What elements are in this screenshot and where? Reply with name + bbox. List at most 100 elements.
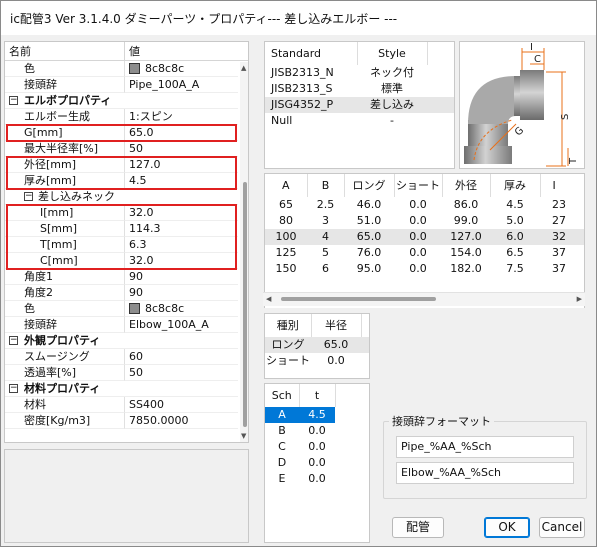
property-value[interactable]: 8c8c8c: [125, 301, 238, 317]
sch-row[interactable]: A 4.5: [265, 407, 369, 423]
collapse-icon[interactable]: −: [24, 192, 33, 201]
collapse-icon[interactable]: −: [9, 384, 18, 393]
radius-cell: 0.0: [327, 354, 345, 367]
standard-column-header[interactable]: Standard: [265, 42, 358, 65]
property-row[interactable]: 接頭辞 Pipe_100A_A: [5, 77, 238, 93]
sizes-cell: 127.0: [442, 229, 490, 245]
standards-row[interactable]: JISB2313_N ネック付: [265, 65, 454, 81]
radius-row[interactable]: ショート 0.0: [265, 353, 369, 369]
collapse-icon[interactable]: −: [9, 336, 18, 345]
standards-cell: ネック付: [370, 66, 414, 79]
sizes-cell: 154.0: [450, 246, 482, 259]
property-row[interactable]: スムージング 60: [5, 349, 238, 365]
ok-button[interactable]: OK: [484, 517, 530, 538]
property-row[interactable]: 色 8c8c8c: [5, 301, 238, 317]
i-column-header[interactable]: I: [540, 174, 584, 197]
property-category[interactable]: − 外観プロパティ: [5, 333, 238, 349]
window-title: ic配管3 Ver 3.1.4.0 ダミーパーツ・プロパティ--- 差し込みエル…: [10, 11, 398, 26]
sizes-cell: 37: [552, 246, 566, 259]
standards-row[interactable]: JISG4352_P 差し込み: [265, 97, 454, 113]
scroll-down-icon[interactable]: ▼: [241, 432, 246, 440]
property-row[interactable]: 色 8c8c8c: [5, 61, 238, 77]
standard-table[interactable]: Standard Style JISB2313_N ネック付 JISB2313_S 標…: [264, 41, 455, 169]
sch-row[interactable]: E 0.0: [265, 471, 369, 487]
sch-row[interactable]: D 0.0: [265, 455, 369, 471]
sch-row[interactable]: C 0.0: [265, 439, 369, 455]
a-column-header[interactable]: A: [265, 174, 308, 197]
sizes-row[interactable]: 125 5 76.0 0.0 154.0 6.5 37: [265, 245, 584, 261]
property-category[interactable]: − 材料プロパティ: [5, 381, 238, 397]
sizes-cell: 0.0: [409, 198, 427, 211]
radius-column-header[interactable]: 半径: [311, 314, 362, 337]
standards-row[interactable]: JISB2313_S 標準: [265, 81, 454, 97]
property-value-text: 8c8c8c: [145, 301, 185, 315]
property-row[interactable]: 角度1 90: [5, 269, 238, 285]
sizes-cell: 23: [552, 198, 566, 211]
scroll-up-icon[interactable]: ▲: [241, 64, 246, 72]
property-row[interactable]: 角度2 90: [5, 285, 238, 301]
scroll-left-icon[interactable]: ◀: [266, 295, 271, 303]
pipe-button[interactable]: 配管: [392, 517, 444, 538]
property-row[interactable]: 密度[Kg/m3] 7850.0000: [5, 413, 238, 429]
horizontal-socket: [520, 70, 544, 120]
scroll-right-icon[interactable]: ▶: [577, 295, 582, 303]
style-column-header[interactable]: Style: [357, 42, 428, 65]
t-column-header[interactable]: t: [299, 384, 336, 407]
property-grid-scrollbar[interactable]: ▲ ▼: [240, 62, 248, 442]
property-row[interactable]: 最大半径率[%] 50: [5, 141, 238, 157]
sch-table[interactable]: Sch t A 4.5 B 0.0 C 0.0 D 0.0 E 0.0: [264, 383, 370, 543]
sizes-cell: 65: [279, 198, 293, 211]
radius-table[interactable]: 種別 半径 ロング 65.0 ショート 0.0: [264, 313, 370, 379]
pipe-prefix-format-field[interactable]: Pipe_%AA_%Sch: [396, 436, 574, 458]
thickness-column-header[interactable]: 厚み: [490, 174, 541, 197]
property-subcategory[interactable]: − 差し込みネック: [5, 189, 238, 205]
scrollbar-thumb[interactable]: [243, 182, 247, 427]
sizes-cell: 3: [322, 214, 329, 227]
sizes-cell: 4.5: [506, 198, 524, 211]
outer-diameter-column-header[interactable]: 外径: [442, 174, 491, 197]
property-value[interactable]: 90: [125, 269, 238, 285]
radius-row[interactable]: ロング 65.0: [265, 337, 369, 353]
property-value[interactable]: 1:スピン: [125, 109, 238, 125]
sizes-row[interactable]: 65 2.5 46.0 0.0 86.0 4.5 23: [265, 197, 584, 213]
vertical-socket: [464, 146, 512, 164]
sizes-row[interactable]: 80 3 51.0 0.0 99.0 5.0 27: [265, 213, 584, 229]
sch-column-header[interactable]: Sch: [265, 384, 300, 407]
sizes-cell: 99.0: [453, 214, 479, 227]
name-column-header[interactable]: 名前: [5, 42, 125, 60]
property-row[interactable]: 接頭辞 Elbow_100A_A: [5, 317, 238, 333]
property-value[interactable]: Elbow_100A_A: [125, 317, 238, 333]
property-category[interactable]: − エルボプロパティ: [5, 93, 238, 109]
property-value[interactable]: Pipe_100A_A: [125, 77, 238, 93]
value-column-header[interactable]: 値: [125, 42, 140, 60]
collapse-icon[interactable]: −: [9, 96, 18, 105]
property-row[interactable]: 透過率[%] 50: [5, 365, 238, 381]
size-table-scroll-thumb[interactable]: [281, 297, 436, 301]
standards-cell: JISB2313_N: [271, 66, 334, 79]
property-grid-header: 名前 値: [5, 42, 248, 61]
property-row[interactable]: エルボー生成 1:スピン: [5, 109, 238, 125]
category-label: − 材料プロパティ: [5, 381, 238, 397]
sch-row[interactable]: B 0.0: [265, 423, 369, 439]
property-row[interactable]: 材料 SS400: [5, 397, 238, 413]
property-value[interactable]: 50: [125, 141, 238, 157]
type-column-header[interactable]: 種別: [265, 314, 312, 337]
property-value[interactable]: 8c8c8c: [125, 61, 238, 77]
sizes-cell: 100: [265, 229, 307, 245]
property-value[interactable]: 50: [125, 365, 238, 381]
elbow-prefix-format-field[interactable]: Elbow_%AA_%Sch: [396, 462, 574, 484]
property-value[interactable]: 60: [125, 349, 238, 365]
category-label: − 外観プロパティ: [5, 333, 238, 349]
property-value[interactable]: 7850.0000: [125, 413, 238, 429]
property-value[interactable]: SS400: [125, 397, 238, 413]
property-value[interactable]: 90: [125, 285, 238, 301]
b-column-header[interactable]: B: [307, 174, 345, 197]
sizes-row[interactable]: 150 6 95.0 0.0 182.0 7.5 37: [265, 261, 584, 277]
size-table[interactable]: A B ロング ショート 外径 厚み I 65 2.5 46.0 0.0 86.0 4.5…: [264, 173, 585, 308]
cancel-button[interactable]: Cancel: [539, 517, 585, 538]
long-column-header[interactable]: ロング: [344, 174, 395, 197]
sizes-cell: 4: [307, 229, 344, 245]
short-column-header[interactable]: ショート: [394, 174, 443, 197]
sizes-row[interactable]: 100 4 65.0 0.0 127.0 6.0 32: [265, 229, 584, 245]
standards-row[interactable]: Null -: [265, 113, 454, 129]
